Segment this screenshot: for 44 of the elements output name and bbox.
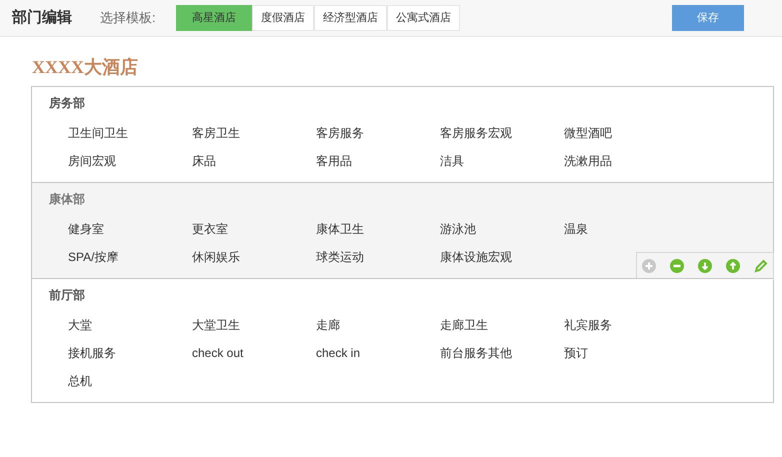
category-item[interactable]: 游泳池 bbox=[440, 220, 476, 238]
template-label: 选择模板: bbox=[100, 9, 157, 28]
category-item[interactable]: 球类运动 bbox=[316, 248, 364, 266]
category-item[interactable]: 床品 bbox=[192, 152, 216, 170]
category-item[interactable]: 预订 bbox=[564, 344, 588, 362]
category-item[interactable]: 温泉 bbox=[564, 220, 588, 238]
department-name: 康体部 bbox=[49, 191, 85, 208]
category-item[interactable]: 房间宏观 bbox=[68, 152, 116, 170]
template-tab[interactable]: 度假酒店 bbox=[252, 5, 314, 31]
category-item[interactable]: 康体卫生 bbox=[316, 220, 364, 238]
category-item[interactable]: 洁具 bbox=[440, 152, 464, 170]
category-item[interactable]: 走廊卫生 bbox=[440, 316, 488, 334]
category-item[interactable]: 卫生间卫生 bbox=[68, 124, 128, 142]
category-item[interactable]: 客用品 bbox=[316, 152, 352, 170]
category-item[interactable]: 康体设施宏观 bbox=[440, 248, 512, 266]
category-item[interactable]: 客房卫生 bbox=[192, 124, 240, 142]
department-name: 前厅部 bbox=[49, 287, 85, 304]
category-item[interactable]: 休闲娱乐 bbox=[192, 248, 240, 266]
department-name: 房务部 bbox=[49, 95, 85, 112]
category-item[interactable]: 微型酒吧 bbox=[564, 124, 612, 142]
category-item[interactable]: check out bbox=[192, 344, 244, 362]
category-item[interactable]: 客房服务宏观 bbox=[440, 124, 512, 142]
category-item[interactable]: 前台服务其他 bbox=[440, 344, 512, 362]
category-item[interactable]: 礼宾服务 bbox=[564, 316, 612, 334]
page-title: 部门编辑 bbox=[12, 8, 73, 28]
category-item[interactable]: 走廊 bbox=[316, 316, 340, 334]
pencil-icon[interactable] bbox=[753, 258, 769, 274]
template-tab[interactable]: 公寓式酒店 bbox=[387, 5, 460, 31]
down-arrow-icon[interactable] bbox=[697, 258, 713, 274]
category-item[interactable]: 健身室 bbox=[68, 220, 104, 238]
category-item[interactable]: 接机服务 bbox=[68, 344, 116, 362]
category-item[interactable]: 大堂 bbox=[68, 316, 92, 334]
up-arrow-icon[interactable] bbox=[725, 258, 741, 274]
minus-icon[interactable] bbox=[669, 258, 685, 274]
category-item[interactable]: 大堂卫生 bbox=[192, 316, 240, 334]
category-item[interactable]: 总机 bbox=[68, 372, 92, 390]
category-item[interactable]: 更衣室 bbox=[192, 220, 228, 238]
template-tab[interactable]: 高星酒店 bbox=[176, 5, 252, 31]
template-tab[interactable]: 经济型酒店 bbox=[314, 5, 387, 31]
hotel-name: XXXX大酒店 bbox=[32, 56, 138, 79]
category-item[interactable]: check in bbox=[316, 344, 360, 362]
category-item[interactable]: 洗漱用品 bbox=[564, 152, 612, 170]
category-item[interactable]: 客房服务 bbox=[316, 124, 364, 142]
category-item[interactable]: SPA/按摩 bbox=[68, 248, 118, 266]
